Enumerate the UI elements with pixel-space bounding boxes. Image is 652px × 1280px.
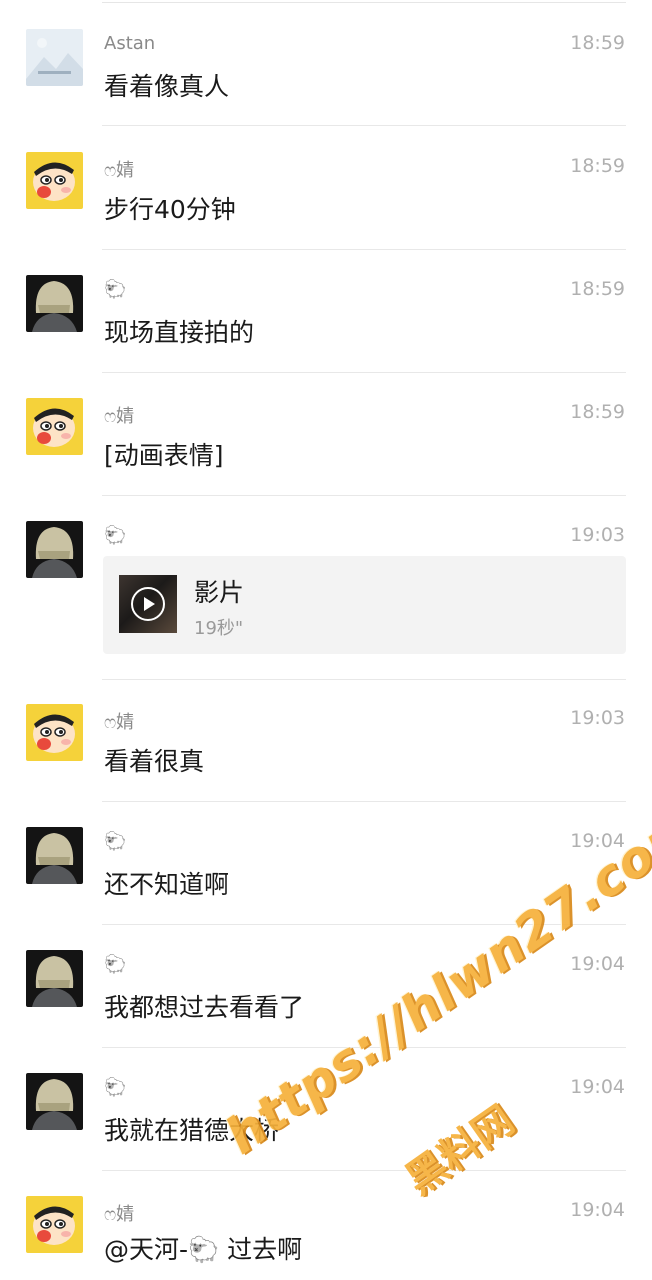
sender-name: ෆ婧 bbox=[104, 406, 135, 427]
message-divider bbox=[102, 679, 626, 680]
message-text[interactable]: [动画表情] bbox=[104, 436, 224, 472]
avatar[interactable] bbox=[26, 1196, 83, 1253]
cartoon-boy-avatar bbox=[26, 152, 83, 209]
message-divider bbox=[102, 801, 626, 802]
message-text[interactable]: 我都想过去看看了 bbox=[104, 988, 304, 1024]
message-text[interactable]: 看着像真人 bbox=[104, 67, 229, 103]
play-icon[interactable] bbox=[131, 587, 165, 621]
cartoon-boy-avatar bbox=[26, 1196, 83, 1253]
message-time: 19:03 bbox=[570, 524, 625, 546]
message-text[interactable]: @天河-🐑 过去啊 bbox=[104, 1230, 302, 1266]
message-time: 18:59 bbox=[570, 32, 625, 54]
video-duration: 19秒" bbox=[194, 618, 244, 639]
cartoon-boy-avatar bbox=[26, 704, 83, 761]
message-time: 19:04 bbox=[570, 953, 625, 975]
avatar[interactable] bbox=[26, 521, 83, 578]
sender-name: 🐑 bbox=[104, 1077, 127, 1098]
sender-name: ෆ婧 bbox=[104, 160, 135, 181]
avatar[interactable] bbox=[26, 275, 83, 332]
avatar[interactable] bbox=[26, 827, 83, 884]
sender-name: Astan bbox=[104, 33, 156, 54]
blonde-person-avatar bbox=[26, 950, 83, 1007]
message-divider bbox=[102, 495, 626, 496]
message-divider bbox=[102, 924, 626, 925]
message-text[interactable]: 我就在猎德大桥 bbox=[104, 1111, 279, 1147]
sender-name: 🐑 bbox=[104, 279, 127, 300]
message-time: 19:03 bbox=[570, 707, 625, 729]
sender-name: 🐑 bbox=[104, 831, 127, 852]
video-message-card[interactable]: 影片 19秒" bbox=[103, 556, 626, 654]
landscape-placeholder-avatar bbox=[26, 29, 83, 86]
watermark-label: 黑料网 bbox=[397, 1097, 523, 1204]
blonde-person-avatar bbox=[26, 275, 83, 332]
avatar[interactable] bbox=[26, 950, 83, 1007]
sender-name: 🐑 bbox=[104, 525, 127, 546]
message-time: 18:59 bbox=[570, 278, 625, 300]
blonde-person-avatar bbox=[26, 521, 83, 578]
message-divider bbox=[102, 249, 626, 250]
message-text[interactable]: 还不知道啊 bbox=[104, 865, 229, 901]
video-title: 影片 bbox=[194, 578, 245, 607]
message-divider bbox=[102, 125, 626, 126]
top-divider bbox=[102, 2, 626, 3]
avatar[interactable] bbox=[26, 152, 83, 209]
sender-name: ෆ婧 bbox=[104, 712, 135, 733]
avatar[interactable] bbox=[26, 29, 83, 86]
sender-name: 🐑 bbox=[104, 954, 127, 975]
blonde-person-avatar bbox=[26, 1073, 83, 1130]
sender-name: ෆ婧 bbox=[104, 1204, 135, 1225]
message-time: 19:04 bbox=[570, 1199, 625, 1221]
message-text[interactable]: 看着很真 bbox=[104, 742, 204, 778]
message-divider bbox=[102, 1170, 626, 1171]
cartoon-boy-avatar bbox=[26, 398, 83, 455]
avatar[interactable] bbox=[26, 398, 83, 455]
video-thumbnail[interactable] bbox=[119, 575, 177, 633]
message-time: 18:59 bbox=[570, 155, 625, 177]
message-time: 18:59 bbox=[570, 401, 625, 423]
message-time: 19:04 bbox=[570, 830, 625, 852]
message-divider bbox=[102, 1047, 626, 1048]
avatar[interactable] bbox=[26, 704, 83, 761]
blonde-person-avatar bbox=[26, 827, 83, 884]
message-text[interactable]: 现场直接拍的 bbox=[104, 313, 254, 349]
avatar[interactable] bbox=[26, 1073, 83, 1130]
message-divider bbox=[102, 372, 626, 373]
message-text[interactable]: 步行40分钟 bbox=[104, 190, 236, 226]
message-time: 19:04 bbox=[570, 1076, 625, 1098]
